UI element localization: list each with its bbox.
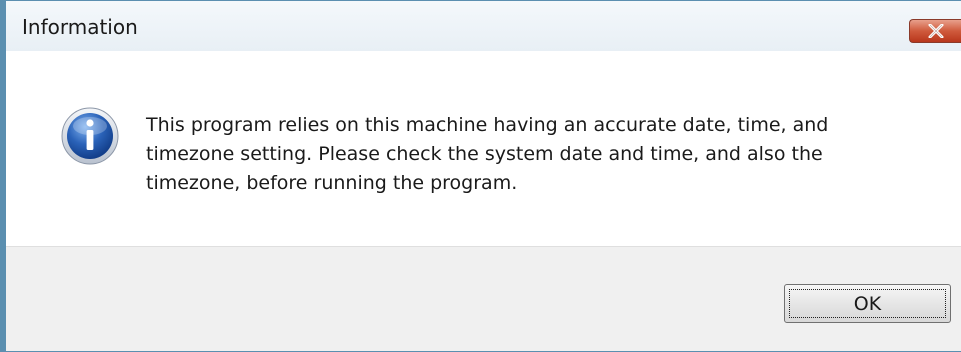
ok-button[interactable]: OK	[784, 284, 951, 323]
dialog-titlebar[interactable]: Information	[6, 1, 961, 51]
dialog-footer: OK	[6, 246, 961, 351]
close-icon	[928, 24, 943, 38]
ok-button-label: OK	[789, 289, 946, 318]
information-dialog: Information This program relies on this …	[0, 0, 961, 352]
close-button[interactable]	[909, 19, 961, 43]
info-icon	[61, 107, 119, 165]
dialog-title: Information	[22, 15, 138, 39]
dialog-message: This program relies on this machine havi…	[146, 114, 829, 194]
dialog-content: This program relies on this machine havi…	[6, 51, 961, 246]
